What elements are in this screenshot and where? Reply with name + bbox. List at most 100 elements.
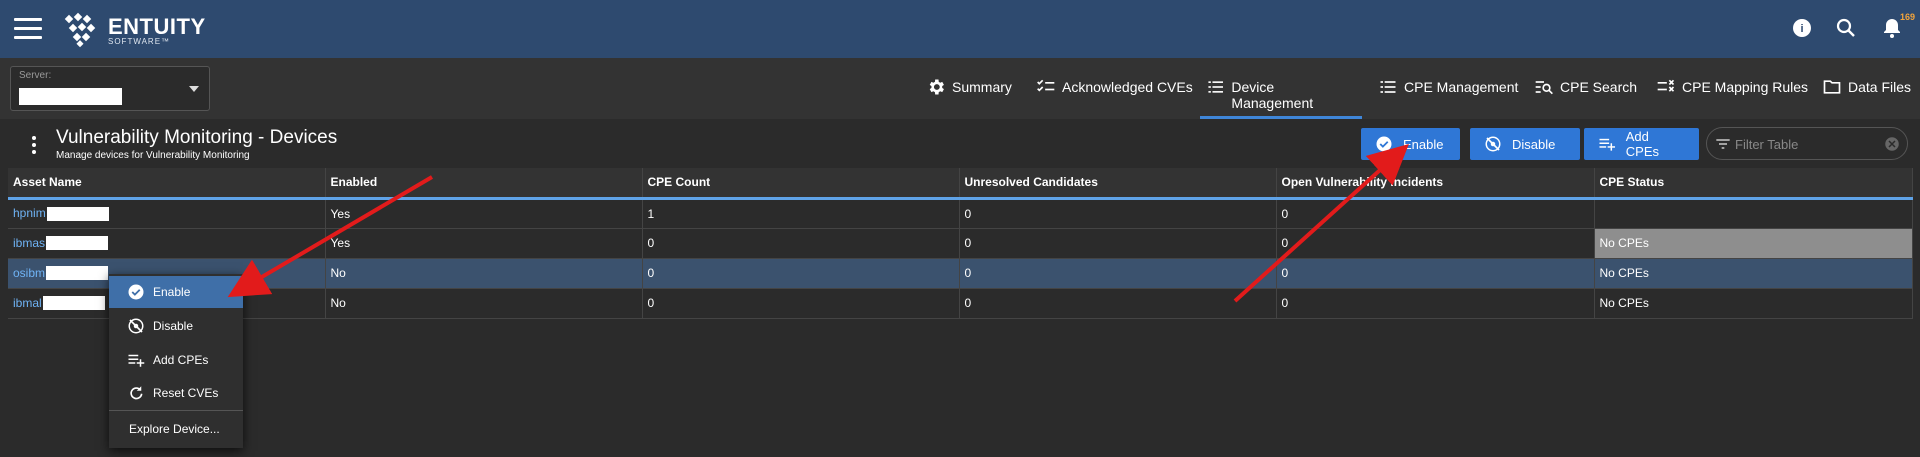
server-select[interactable]: Server: [10, 66, 210, 111]
tab-label: CPE Management [1404, 79, 1519, 95]
cpe-count-cell: 0 [642, 228, 960, 259]
page-subtitle: Manage devices for Vulnerability Monitor… [56, 150, 250, 161]
tab-label: Acknowledged CVEs [1062, 79, 1193, 95]
tab-label: Summary [952, 79, 1012, 95]
context-menu-reset-cves[interactable]: Reset CVEs [109, 377, 243, 409]
server-value-redacted [19, 88, 122, 105]
cpe-status-cell: No CPEs [1594, 288, 1913, 319]
notification-badge: 169 [1900, 12, 1916, 22]
disable-button[interactable]: Disable [1470, 128, 1580, 160]
table-row-selected[interactable]: osibm No 0 0 0 No CPEs [8, 258, 1913, 289]
menu-item-label: Add CPEs [153, 353, 209, 367]
open-incidents-cell: 0 [1276, 258, 1595, 289]
context-menu-add-cpes[interactable]: Add CPEs [109, 344, 243, 376]
menu-item-label: Enable [153, 285, 191, 299]
entuity-logo [64, 12, 96, 48]
asset-link[interactable]: osibm [13, 266, 45, 280]
list-icon [1208, 81, 1223, 93]
help-icon[interactable]: i [1790, 16, 1814, 40]
menu-item-label: Reset CVEs [153, 386, 219, 400]
redacted-text [46, 206, 109, 221]
enable-button[interactable]: Enable [1361, 128, 1460, 160]
enabled-cell: Yes [325, 198, 643, 229]
search-icon[interactable] [1834, 16, 1858, 40]
list-search-icon [1535, 81, 1553, 95]
open-incidents-cell: 0 [1276, 228, 1595, 259]
table-row[interactable]: ibmal No 0 0 0 No CPEs [8, 288, 1913, 319]
enable-label: Enable [1403, 136, 1444, 152]
column-header-cpe-count[interactable]: CPE Count [642, 168, 960, 200]
column-header-cpe-status[interactable]: CPE Status [1594, 168, 1913, 200]
redacted-text [42, 296, 105, 311]
column-header-unresolved-candidates[interactable]: Unresolved Candidates [959, 168, 1277, 200]
tab-acknowledged-cves[interactable]: Acknowledged CVEs [1030, 79, 1199, 119]
tab-label: Device Management [1231, 79, 1314, 111]
playlist-add-icon [128, 354, 145, 367]
unresolved-cell: 0 [959, 228, 1277, 259]
svg-text:i: i [1800, 23, 1803, 35]
open-incidents-cell: 0 [1276, 198, 1595, 229]
menu-item-label: Explore Device... [129, 422, 220, 436]
server-label: Server: [19, 70, 52, 81]
cpe-count-cell: 0 [642, 288, 960, 319]
asset-name-cell[interactable]: ibmas [8, 228, 326, 259]
redacted-text [46, 236, 109, 251]
clear-icon[interactable] [1883, 135, 1901, 153]
context-menu-explore-device[interactable]: Explore Device... [109, 413, 243, 445]
folder-icon [1823, 80, 1841, 94]
more-options-icon[interactable] [30, 136, 38, 154]
gear-icon [929, 79, 944, 95]
check-circle-icon [1376, 136, 1392, 152]
asset-link[interactable]: ibmal [13, 296, 42, 310]
cpe-count-cell: 0 [642, 258, 960, 289]
unresolved-cell: 0 [959, 198, 1277, 229]
add-cpes-label: Add CPEs [1625, 129, 1659, 159]
filter-table-field[interactable] [1706, 127, 1908, 160]
menu-item-label: Disable [153, 319, 194, 333]
column-header-enabled[interactable]: Enabled [325, 168, 643, 200]
tab-label: CPE Search [1560, 79, 1638, 95]
redacted-text [46, 266, 109, 281]
menu-divider [109, 410, 243, 411]
table-row[interactable]: hpnim Yes 1 0 0 [8, 198, 1913, 229]
devices-table: Asset Name Enabled CPE Count Unresolved … [8, 168, 1913, 457]
enabled-cell: No [325, 258, 643, 289]
top-bar: ENTUITY SOFTWARE™ i 169 [0, 0, 1920, 58]
disabled-eye-icon [1485, 136, 1501, 152]
tab-cpe-search[interactable]: CPE Search [1528, 79, 1643, 119]
context-menu-disable[interactable]: Disable [109, 310, 243, 342]
list-icon [1380, 81, 1396, 93]
refresh-icon [130, 386, 143, 400]
asset-link[interactable]: ibmas [13, 236, 45, 250]
column-header-asset-name[interactable]: Asset Name [8, 168, 326, 200]
filter-icon [1716, 139, 1730, 149]
menu-icon[interactable] [14, 18, 42, 40]
enabled-cell: No [325, 288, 643, 319]
unresolved-cell: 0 [959, 258, 1277, 289]
check-circle-icon [128, 284, 144, 300]
tab-label: Data Files [1848, 79, 1912, 95]
cpe-status-cell: No CPEs [1594, 258, 1913, 289]
tab-cpe-mapping-rules[interactable]: CPE Mapping Rules [1650, 79, 1814, 119]
tab-cpe-management[interactable]: CPE Management [1372, 79, 1524, 119]
filter-input[interactable] [1735, 135, 1885, 153]
add-cpes-button[interactable]: Add CPEs [1584, 128, 1699, 160]
chevron-down-icon [189, 86, 199, 92]
table-header-row: Asset Name Enabled CPE Count Unresolved … [8, 168, 1913, 200]
tab-data-files[interactable]: Data Files [1816, 79, 1917, 119]
playlist-add-icon [1599, 138, 1616, 151]
tab-label: CPE Mapping Rules [1682, 79, 1809, 95]
cpe-count-cell: 1 [642, 198, 960, 229]
context-menu-enable[interactable]: Enable [109, 276, 243, 308]
asset-name-cell[interactable]: hpnim [8, 198, 326, 229]
tab-summary[interactable]: Summary [920, 79, 1018, 119]
checklist-icon [1037, 79, 1055, 92]
tab-device-management[interactable]: Device Management [1200, 79, 1362, 119]
enabled-cell: Yes [325, 228, 643, 259]
column-header-open-vulnerability-incidents[interactable]: Open Vulnerability Incidents [1276, 168, 1595, 200]
open-incidents-cell: 0 [1276, 288, 1595, 319]
row-context-menu: Enable Disable Add CPEs Reset CVEs Explo… [109, 274, 243, 448]
table-row[interactable]: ibmas Yes 0 0 0 No CPEs [8, 228, 1913, 259]
page-title: Vulnerability Monitoring - Devices [56, 127, 338, 148]
asset-link[interactable]: hpnim [13, 206, 46, 220]
